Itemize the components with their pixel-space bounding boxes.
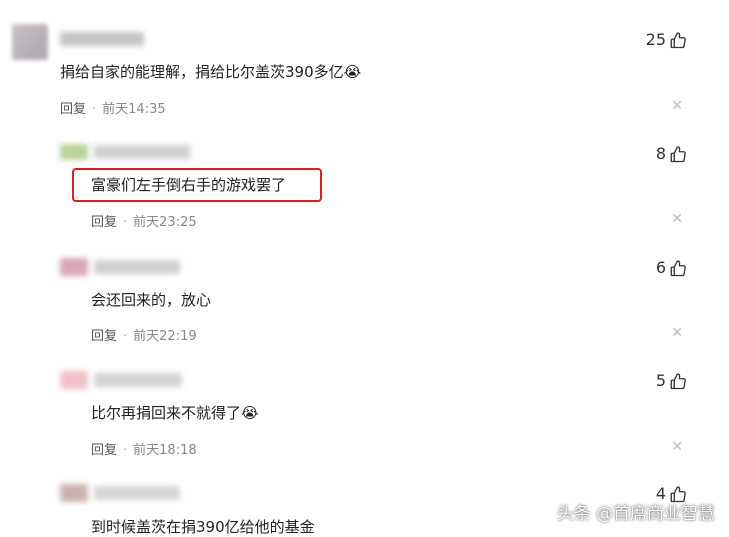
reply-button[interactable]: 回复 [91,443,117,458]
comment-text: 到时候盖茨在捐390亿给他的基金 [91,518,315,536]
comment-meta: 回复 · 前天22:19 [91,325,197,344]
separator: · [123,215,128,230]
timestamp: 前天23:25 [133,215,197,230]
close-icon[interactable]: ✕ [671,98,683,114]
avatar[interactable] [60,258,88,276]
username[interactable] [94,486,180,500]
close-icon[interactable]: ✕ [671,211,683,227]
avatar[interactable] [60,484,88,502]
watermark: 头条 @首席商业智慧 [556,504,715,524]
comment-meta: 回复 · 前天14:35 [60,98,166,117]
avatar[interactable] [12,24,48,60]
separator: · [123,329,128,344]
thumbs-up-icon[interactable] [669,372,687,390]
timestamp: 前天18:18 [133,443,197,458]
avatar[interactable] [60,371,88,389]
thumbs-up-icon[interactable] [669,145,687,163]
timestamp: 前天14:35 [102,102,166,117]
comment-text: 比尔再捐回来不就得了😭 [91,404,259,422]
reply-button[interactable]: 回复 [91,329,117,344]
close-icon[interactable]: ✕ [671,439,683,455]
separator: · [92,102,97,117]
username[interactable] [94,145,190,159]
comment-meta: 回复 · 前天18:18 [91,439,197,458]
like-count[interactable]: 5 [656,371,687,390]
username[interactable] [94,373,182,387]
like-count[interactable]: 6 [656,258,687,277]
username[interactable] [60,32,144,46]
reply-button[interactable]: 回复 [60,102,86,117]
reply-button[interactable]: 回复 [91,215,117,230]
like-count[interactable]: 8 [656,144,687,163]
thumbs-up-icon[interactable] [669,259,687,277]
crying-emoji-icon: 😭 [343,63,362,81]
close-icon[interactable]: ✕ [671,325,683,341]
crying-emoji-icon: 😭 [241,404,259,422]
separator: · [123,443,128,458]
avatar[interactable] [60,144,88,160]
thumbs-up-icon[interactable] [669,31,687,49]
comment-text: 富豪们左手倒右手的游戏罢了 [91,176,287,194]
like-count[interactable]: 25 [646,30,687,49]
timestamp: 前天22:19 [133,329,197,344]
comment-text: 会还回来的，放心 [91,291,212,309]
comment-meta: 回复 · 前天23:25 [91,211,197,230]
comment-text: 捐给自家的能理解，捐给比尔盖茨390多亿😭 [60,63,362,81]
username[interactable] [94,260,180,274]
